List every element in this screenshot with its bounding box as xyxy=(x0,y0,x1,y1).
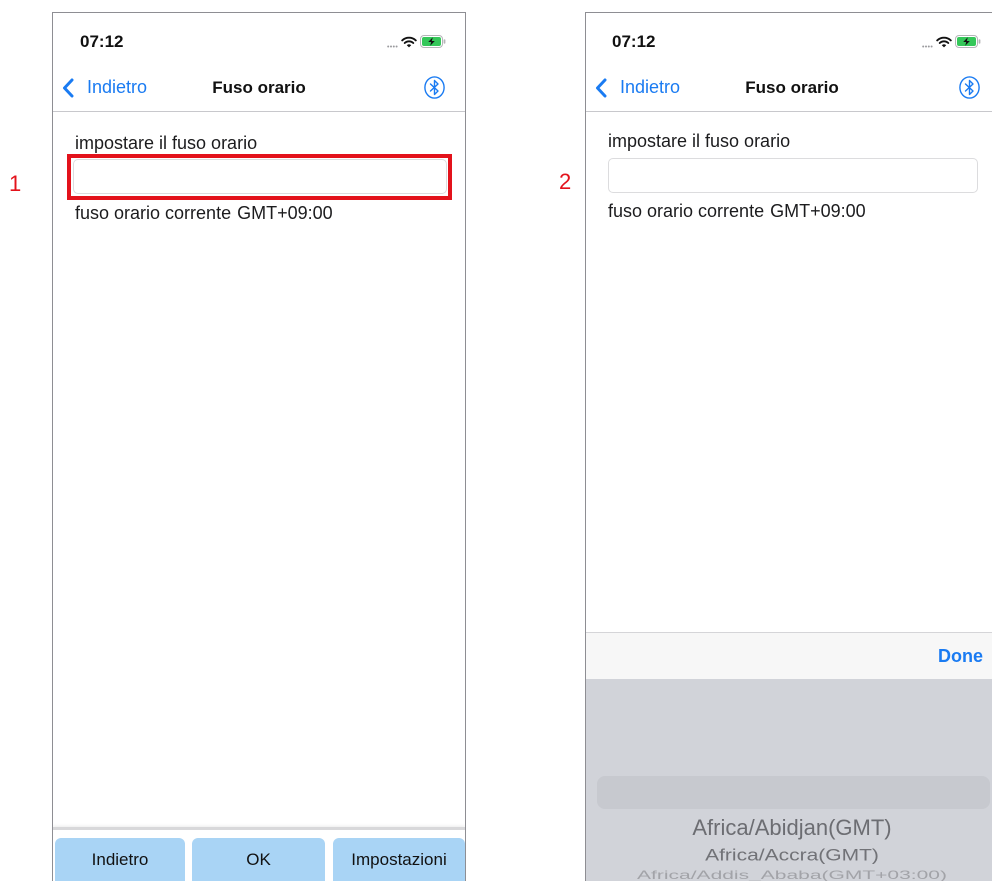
bluetooth-button[interactable] xyxy=(424,76,445,99)
bottom-button-bar: Indietro OK Impostazioni xyxy=(53,827,465,881)
bluetooth-icon xyxy=(959,76,980,103)
status-bar: 07:12 xyxy=(586,13,992,63)
picker-item[interactable]: Africa/Abidjan(GMT) xyxy=(586,815,992,841)
ok-button[interactable]: OK xyxy=(192,838,325,881)
timezone-input[interactable] xyxy=(608,158,978,193)
status-bar: 07:12 xyxy=(53,13,465,63)
settings-button[interactable]: Impostazioni xyxy=(333,838,465,881)
done-button[interactable]: Done xyxy=(938,633,983,679)
wifi-icon xyxy=(936,36,952,48)
figure-label-1: 1 xyxy=(9,171,22,196)
current-timezone: fuso orario corrente GMT+09:00 xyxy=(75,202,333,224)
phone-screen-2: 07:12 Indietro Fuso orario impostare il … xyxy=(585,12,992,881)
page-title: Fuso orario xyxy=(212,78,306,97)
bluetooth-icon xyxy=(424,76,445,103)
status-time: 07:12 xyxy=(612,32,656,51)
current-timezone-label: fuso orario corrente xyxy=(608,201,765,221)
page-title: Fuso orario xyxy=(745,78,839,97)
navigation-bar: Indietro Fuso orario xyxy=(53,64,465,112)
back-bottom-button[interactable]: Indietro xyxy=(55,838,185,881)
battery-charging-icon xyxy=(955,35,981,48)
picker-selection-indicator xyxy=(597,776,990,809)
status-time: 07:12 xyxy=(80,32,124,51)
current-timezone-value: GMT+09:00 xyxy=(237,203,333,223)
current-timezone-value: GMT+09:00 xyxy=(770,201,866,221)
picker-item[interactable]: Africa/Accra(GMT) xyxy=(586,846,992,866)
timezone-field-label: impostare il fuso orario xyxy=(608,131,791,151)
picker-item[interactable]: Africa/Addis_Ababa(GMT+03:00) xyxy=(586,869,992,881)
navigation-bar: Indietro Fuso orario xyxy=(586,64,992,112)
status-icons xyxy=(922,34,981,49)
bluetooth-button[interactable] xyxy=(959,76,980,99)
battery-charging-icon xyxy=(420,35,446,48)
current-timezone: fuso orario corrente GMT+09:00 xyxy=(608,200,866,222)
timezone-field-label: impostare il fuso orario xyxy=(75,133,258,153)
status-icons xyxy=(387,34,446,49)
timezone-input[interactable] xyxy=(73,159,447,194)
current-timezone-label: fuso orario corrente xyxy=(75,203,232,223)
cellular-dots-icon xyxy=(387,44,398,48)
phone-screen-1: 07:12 Indietro Fuso orario impostare il … xyxy=(52,12,466,881)
timezone-picker[interactable]: Africa/Abidjan(GMT) Africa/Accra(GMT) Af… xyxy=(586,679,992,881)
wifi-icon xyxy=(401,36,417,48)
figure-label-2: 2 xyxy=(559,169,572,194)
picker-toolbar: Done xyxy=(586,632,992,679)
cellular-dots-icon xyxy=(922,44,933,48)
